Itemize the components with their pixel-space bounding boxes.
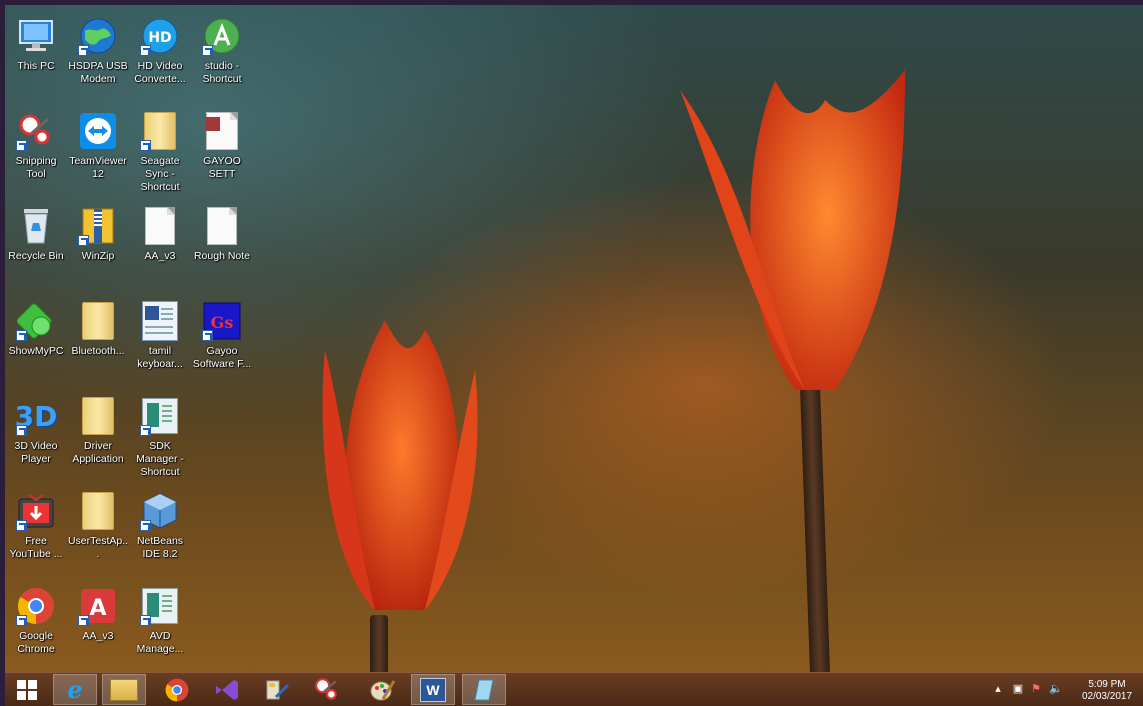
shortcut-arrow-icon bbox=[78, 615, 89, 626]
folder-icon bbox=[140, 111, 180, 151]
document-icon bbox=[202, 206, 242, 246]
internet-explorer-icon[interactable]: e bbox=[53, 674, 97, 705]
shortcut-arrow-icon bbox=[140, 425, 151, 436]
acrobat-icon: A bbox=[78, 586, 118, 626]
desktop-icon-aa-v3-doc[interactable]: AA_v3 bbox=[129, 200, 191, 290]
scissors-icon bbox=[16, 111, 56, 151]
visual-studio-icon[interactable] bbox=[205, 674, 249, 705]
desktop-icon-tamil-keyboard[interactable]: tamil keyboar... bbox=[129, 295, 191, 385]
desktop-icon-sdk-manager[interactable]: SDK Manager - Shortcut bbox=[129, 390, 191, 480]
desktop-icon-aa-v3-acrobat[interactable]: A AA_v3 bbox=[67, 580, 129, 670]
sdk-manager-icon bbox=[140, 396, 180, 436]
desktop-icon-usertestapp[interactable]: UserTestAp... bbox=[67, 485, 129, 575]
winzip-icon bbox=[78, 206, 118, 246]
desktop-icon-driver-application[interactable]: Driver Application bbox=[67, 390, 129, 480]
folder-icon bbox=[78, 301, 118, 341]
shortcut-arrow-icon bbox=[16, 140, 27, 151]
wallpaper-tulip bbox=[322, 320, 478, 610]
desktop-icon-bluetooth-folder[interactable]: Bluetooth... bbox=[67, 295, 129, 385]
shortcut-arrow-icon bbox=[16, 330, 27, 341]
svg-text:Gs: Gs bbox=[211, 313, 234, 332]
desktop-icon-netbeans[interactable]: NetBeans IDE 8.2 bbox=[129, 485, 191, 575]
svg-text:A: A bbox=[89, 596, 106, 621]
shortcut-arrow-icon bbox=[140, 45, 151, 56]
avd-manager-icon bbox=[140, 586, 180, 626]
recycle-bin-icon bbox=[16, 206, 56, 246]
desktop-icon-free-youtube[interactable]: Free YouTube ... bbox=[5, 485, 67, 575]
word-icon[interactable]: W bbox=[411, 674, 455, 705]
desktop-icon-android-studio[interactable]: studio - Shortcut bbox=[191, 10, 253, 100]
3d-video-icon: 3D bbox=[15, 396, 57, 436]
word-document-icon bbox=[140, 301, 180, 341]
desktop-icon-teamviewer[interactable]: TeamViewer 12 bbox=[67, 105, 129, 195]
desktop-icon-recycle-bin[interactable]: Recycle Bin bbox=[5, 200, 67, 290]
action-center-flag-icon[interactable]: ⚑ bbox=[1029, 682, 1043, 696]
clock-time: 5:09 PM bbox=[1088, 679, 1126, 690]
shortcut-arrow-icon bbox=[78, 235, 89, 246]
shortcut-arrow-icon bbox=[140, 520, 151, 531]
chrome-icon bbox=[16, 586, 56, 626]
desktop-icon-rough-note[interactable]: Rough Note bbox=[191, 200, 253, 290]
shortcut-arrow-icon bbox=[16, 425, 27, 436]
show-hidden-icons-chevron-icon[interactable]: ▴ bbox=[991, 682, 1005, 696]
wallpaper-tulip bbox=[680, 70, 905, 390]
shortcut-arrow-icon bbox=[16, 615, 27, 626]
shortcut-arrow-icon bbox=[16, 520, 27, 531]
desktop-icon-hsdpa-modem[interactable]: HSDPA USB Modem bbox=[67, 10, 129, 100]
chrome-icon[interactable] bbox=[155, 674, 199, 705]
globe-icon bbox=[78, 16, 118, 56]
folder-icon bbox=[78, 396, 118, 436]
this-pc-icon bbox=[16, 16, 56, 56]
document-icon bbox=[140, 206, 180, 246]
desktop-icon-google-chrome[interactable]: Google Chrome bbox=[5, 580, 67, 670]
desktop-icon-gayoo-software[interactable]: Gs Gayoo Software F... bbox=[191, 295, 253, 385]
showmypc-icon bbox=[16, 301, 56, 341]
desktop-icon-winzip[interactable]: WinZip bbox=[67, 200, 129, 290]
hd-video-icon: HD bbox=[140, 16, 180, 56]
android-studio-icon bbox=[202, 16, 242, 56]
svg-text:HD: HD bbox=[148, 30, 171, 46]
windows-start-icon[interactable] bbox=[5, 674, 49, 705]
shortcut-arrow-icon bbox=[202, 45, 213, 56]
wallpaper-stem bbox=[799, 384, 831, 672]
desktop-icon-snipping-tool[interactable]: Snipping Tool bbox=[5, 105, 67, 195]
gayoo-software-icon: Gs bbox=[202, 301, 242, 341]
taskbar: e W ▴ ▣ ⚑ 🔈 5:09 PM 02/03/2017 bbox=[5, 672, 1143, 706]
file-explorer-icon[interactable] bbox=[102, 674, 146, 705]
youtube-download-icon bbox=[16, 491, 56, 531]
shortcut-arrow-icon bbox=[202, 330, 213, 341]
network-icon[interactable]: ▣ bbox=[1011, 682, 1025, 696]
notepad-icon[interactable] bbox=[462, 674, 506, 705]
desktop-icon-showmypc[interactable]: ShowMyPC bbox=[5, 295, 67, 385]
clock-date: 02/03/2017 bbox=[1081, 691, 1133, 702]
netbeans-icon bbox=[140, 491, 180, 531]
snipping-tool-icon[interactable] bbox=[305, 674, 349, 705]
paint-icon[interactable] bbox=[360, 674, 404, 705]
shortcut-arrow-icon bbox=[140, 615, 151, 626]
folder-icon bbox=[78, 491, 118, 531]
desktop-icon-avd-manager[interactable]: AVD Manage... bbox=[129, 580, 191, 670]
shortcut-arrow-icon bbox=[78, 45, 89, 56]
desktop-icon-seagate-sync[interactable]: Seagate Sync - Shortcut bbox=[129, 105, 191, 195]
desktop-icon-hd-video-converter[interactable]: HD HD Video Converte... bbox=[129, 10, 191, 100]
teamviewer-icon bbox=[78, 111, 118, 151]
image-tool-icon[interactable] bbox=[255, 674, 299, 705]
shortcut-arrow-icon bbox=[140, 140, 151, 151]
desktop-icon-3d-video-player[interactable]: 3D 3D Video Player bbox=[5, 390, 67, 480]
desktop-icon-gayoo-sett[interactable]: GAYOO SETT bbox=[191, 105, 253, 195]
access-document-icon bbox=[202, 111, 242, 151]
clock[interactable]: 5:09 PM 02/03/2017 bbox=[1077, 679, 1137, 703]
desktop-icon-this-pc[interactable]: This PC bbox=[5, 10, 67, 100]
volume-icon[interactable]: 🔈 bbox=[1049, 682, 1063, 696]
desktop: This PC Snipping Tool Recycle Bin ShowMy… bbox=[5, 5, 1143, 672]
